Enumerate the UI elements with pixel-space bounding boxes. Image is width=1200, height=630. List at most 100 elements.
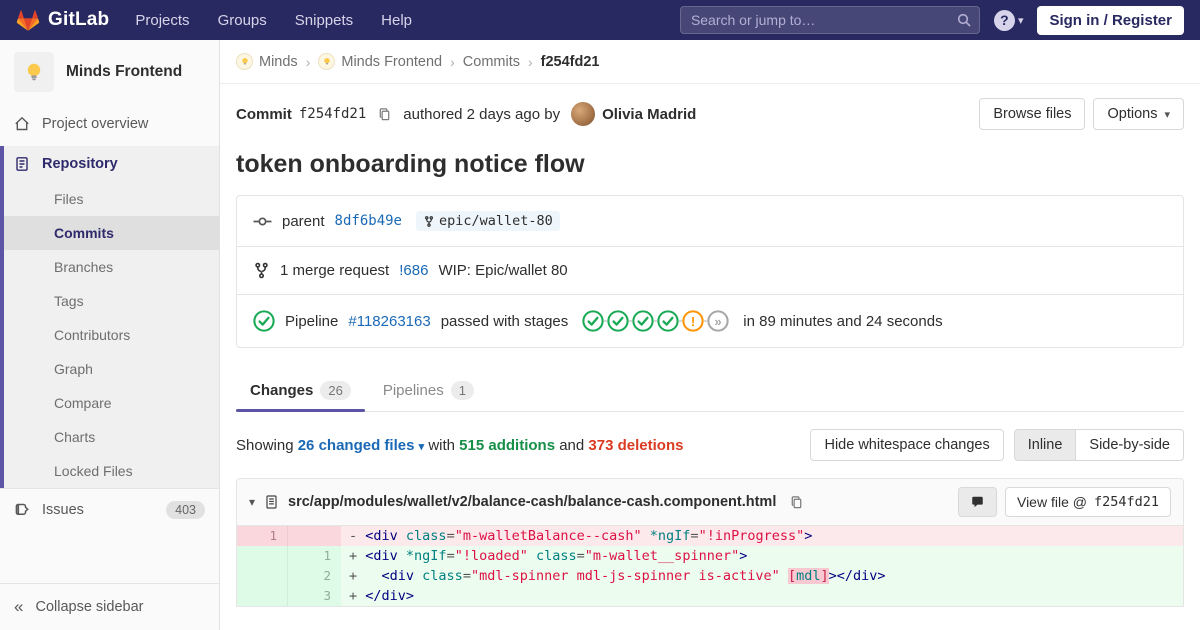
parent-sha-link[interactable]: 8df6b49e xyxy=(335,213,402,229)
copy-sha-icon[interactable] xyxy=(377,107,392,122)
menu-projects[interactable]: Projects xyxy=(135,12,189,29)
document-icon xyxy=(14,156,30,172)
new-line-number[interactable]: 2 xyxy=(287,566,341,586)
side-by-side-view-button[interactable]: Side-by-side xyxy=(1075,429,1184,461)
pipeline-stage-success-icon[interactable] xyxy=(657,310,679,332)
repository-subnav: Files Commits Branches Tags Contributors Grap… xyxy=(4,182,219,488)
new-line-number[interactable] xyxy=(287,526,341,546)
options-label: Options xyxy=(1107,106,1158,122)
tab-count-badge: 1 xyxy=(450,381,474,400)
collapse-chevrons-icon: « xyxy=(14,597,24,616)
issues-count-badge: 403 xyxy=(166,501,205,519)
pipeline-row: Pipeline #118263163 passed with stages !… xyxy=(237,294,1183,347)
menu-help[interactable]: Help xyxy=(381,12,412,29)
branch-fork-icon xyxy=(423,215,435,228)
sidebar-item-issues[interactable]: Issues 403 xyxy=(0,488,219,531)
tab-changes[interactable]: Changes 26 xyxy=(236,370,365,412)
changed-files-label: 26 changed files xyxy=(297,436,415,454)
collapse-sidebar-button[interactable]: « Collapse sidebar xyxy=(0,583,219,630)
pipeline-status-icon[interactable] xyxy=(253,310,275,332)
old-line-number[interactable] xyxy=(237,546,287,566)
code-content: + <div class="mdl-spinner mdl-js-spinner… xyxy=(341,566,1183,586)
menu-groups[interactable]: Groups xyxy=(218,12,267,29)
breadcrumb-label: Minds Frontend xyxy=(341,53,443,70)
tab-count-badge: 26 xyxy=(320,381,351,400)
pipeline-id-link[interactable]: #118263163 xyxy=(348,313,430,330)
sign-in-button[interactable]: Sign in / Register xyxy=(1037,5,1184,35)
with-label: with xyxy=(428,436,455,454)
sidebar-item-project-overview[interactable]: Project overview xyxy=(0,106,219,142)
file-path[interactable]: src/app/modules/wallet/v2/balance-cash/b… xyxy=(288,494,776,510)
commit-meta-row: Commit f254fd21 authored 2 days ago by O… xyxy=(236,98,1184,130)
sidebar-item-label: Repository xyxy=(42,156,118,172)
toggle-comments-button[interactable] xyxy=(957,487,997,517)
help-dropdown[interactable]: ? ▾ xyxy=(993,9,1023,31)
top-navbar: GitLab Projects Groups Snippets Help ? ▾ Si… xyxy=(0,0,1200,40)
view-file-button[interactable]: View file @ f254fd21 xyxy=(1004,487,1171,517)
sidebar-section-repository: Repository Files Commits Branches Tags Contr… xyxy=(0,146,219,488)
code-content: + <div *ngIf="!loaded" class="m-wallet__… xyxy=(341,546,1183,566)
diff-file-card: ▾ src/app/modules/wallet/v2/balance-cash… xyxy=(236,478,1184,607)
new-line-number[interactable]: 1 xyxy=(287,546,341,566)
parent-row: parent 8df6b49e epic/wallet-80 xyxy=(237,196,1183,246)
options-dropdown-button[interactable]: Options ▾ xyxy=(1093,98,1184,130)
sidebar-item-compare[interactable]: Compare xyxy=(4,386,219,420)
browse-files-button[interactable]: Browse files xyxy=(979,98,1086,130)
hide-whitespace-button[interactable]: Hide whitespace changes xyxy=(810,429,1004,461)
breadcrumb-minds[interactable]: Minds xyxy=(236,53,298,70)
breadcrumb-current-sha: f254fd21 xyxy=(540,53,600,70)
view-file-sha: f254fd21 xyxy=(1093,494,1159,510)
merge-request-link[interactable]: !686 xyxy=(399,262,428,279)
pipeline-stage-success-icon[interactable] xyxy=(607,310,629,332)
search-input[interactable] xyxy=(679,6,980,34)
svg-text:»: » xyxy=(715,314,722,329)
authored-text: authored 2 days ago by xyxy=(403,105,561,123)
sidebar-item-graph[interactable]: Graph xyxy=(4,352,219,386)
author-avatar[interactable] xyxy=(571,102,596,126)
breadcrumb-commits[interactable]: Commits xyxy=(463,54,520,70)
breadcrumb-minds-frontend[interactable]: Minds Frontend xyxy=(318,53,442,70)
project-header[interactable]: Minds Frontend xyxy=(0,40,219,106)
old-line-number[interactable] xyxy=(237,586,287,606)
old-line-number[interactable] xyxy=(237,566,287,586)
gitlab-logo[interactable]: GitLab xyxy=(16,8,109,32)
sidebar-item-commits[interactable]: Commits xyxy=(4,216,219,250)
parent-label: parent xyxy=(282,212,325,230)
view-file-label: View file @ xyxy=(1016,494,1087,510)
sidebar-item-tags[interactable]: Tags xyxy=(4,284,219,318)
pipeline-label: Pipeline xyxy=(285,312,339,330)
breadcrumb-separator: › xyxy=(305,53,311,70)
commit-sha: f254fd21 xyxy=(298,106,367,122)
sidebar-item-repository[interactable]: Repository xyxy=(4,146,219,182)
help-icon: ? xyxy=(993,9,1015,31)
breadcrumb-avatar-icon xyxy=(318,53,336,70)
pipeline-stage-warning-icon[interactable]: ! xyxy=(682,310,704,332)
pipeline-stage-success-icon[interactable] xyxy=(582,310,604,332)
file-icon xyxy=(264,494,279,510)
changed-files-dropdown[interactable]: 26 changed files ▾ xyxy=(298,437,429,454)
breadcrumb-label: Minds xyxy=(259,53,298,70)
project-sidebar: Minds Frontend Project overview Reposito… xyxy=(0,40,220,630)
sidebar-item-locked-files[interactable]: Locked Files xyxy=(4,454,219,488)
sidebar-item-contributors[interactable]: Contributors xyxy=(4,318,219,352)
copy-path-icon[interactable] xyxy=(789,495,804,510)
diff-line-added: 3 + </div> xyxy=(237,586,1183,606)
new-line-number[interactable]: 3 xyxy=(287,586,341,606)
diff-table: 1- <div class="m-walletBalance--cash" *n… xyxy=(237,526,1183,606)
pipeline-stage-success-icon[interactable] xyxy=(632,310,654,332)
search-icon[interactable] xyxy=(956,12,972,28)
author-name[interactable]: Olivia Madrid xyxy=(602,106,696,123)
sidebar-item-files[interactable]: Files xyxy=(4,182,219,216)
tab-pipelines[interactable]: Pipelines 1 xyxy=(369,370,488,411)
inline-view-button[interactable]: Inline xyxy=(1013,429,1077,461)
pipeline-stage-skipped-icon[interactable]: » xyxy=(707,310,729,332)
collapse-diff-icon[interactable]: ▾ xyxy=(249,495,255,509)
sidebar-item-branches[interactable]: Branches xyxy=(4,250,219,284)
breadcrumb-label: Commits xyxy=(462,53,520,70)
old-line-number[interactable]: 1 xyxy=(237,526,287,546)
menu-snippets[interactable]: Snippets xyxy=(295,12,353,29)
branch-label[interactable]: epic/wallet-80 xyxy=(415,211,560,231)
sidebar-item-charts[interactable]: Charts xyxy=(4,420,219,454)
showing-label: Showing xyxy=(236,436,294,454)
tab-label: Pipelines xyxy=(382,382,444,399)
